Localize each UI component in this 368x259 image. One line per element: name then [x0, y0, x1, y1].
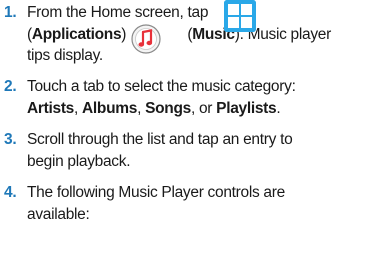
- step-2-intro-text: Touch a tab to select the music category…: [27, 78, 296, 95]
- category-albums: Albums: [82, 99, 138, 117]
- manual-page: 1. From the Home screen, tap (Applicatio…: [0, 0, 368, 259]
- step-text: Scroll through the list and tap an entry…: [27, 129, 362, 172]
- step-number: 2.: [4, 78, 17, 95]
- separator: , or: [190, 99, 217, 117]
- step-line: available:: [27, 204, 362, 226]
- music-app-icon: [131, 24, 161, 54]
- step-number: 4.: [4, 184, 17, 201]
- step-4-line-2: available:: [27, 205, 90, 223]
- step-1-intro-text: From the Home screen, tap: [27, 4, 209, 21]
- step-line: Scroll through the list and tap an entry…: [27, 129, 362, 151]
- category-playlists: Playlists: [216, 99, 277, 117]
- step-line: From the Home screen, tap: [27, 2, 362, 24]
- step-line: begin playback.: [27, 151, 362, 173]
- period: .: [276, 99, 281, 117]
- step-text: Touch a tab to select the music category…: [27, 76, 362, 119]
- separator: ,: [74, 99, 83, 117]
- step-3-line-1: Scroll through the list and tap an entry…: [27, 131, 293, 148]
- step-line: (Applications) → (Music). Music player: [27, 24, 362, 46]
- applications-grid-icon: [224, 0, 256, 32]
- step-4-line-1: The following Music Player controls are: [27, 184, 285, 201]
- step-text: The following Music Player controls are …: [27, 182, 362, 225]
- music-app-icon-svg: [131, 24, 161, 54]
- step-text: From the Home screen, tap (Applications)…: [27, 2, 362, 67]
- category-artists: Artists: [27, 99, 74, 117]
- applications-grid-icon-svg: [224, 0, 256, 32]
- separator: ,: [137, 99, 146, 117]
- step-1-tail-text: tips display.: [27, 47, 103, 64]
- step-line: Touch a tab to select the music category…: [27, 76, 362, 98]
- step-line: The following Music Player controls are: [27, 182, 362, 204]
- applications-label: Applications: [31, 25, 122, 43]
- step-number: 3.: [4, 131, 17, 148]
- category-songs: Songs: [145, 99, 191, 117]
- step-number: 1.: [4, 4, 17, 21]
- step-line: Artists, Albums, Songs, or Playlists.: [27, 98, 362, 120]
- step-line: tips display.: [27, 45, 362, 67]
- step-3-line-2: begin playback.: [27, 152, 131, 170]
